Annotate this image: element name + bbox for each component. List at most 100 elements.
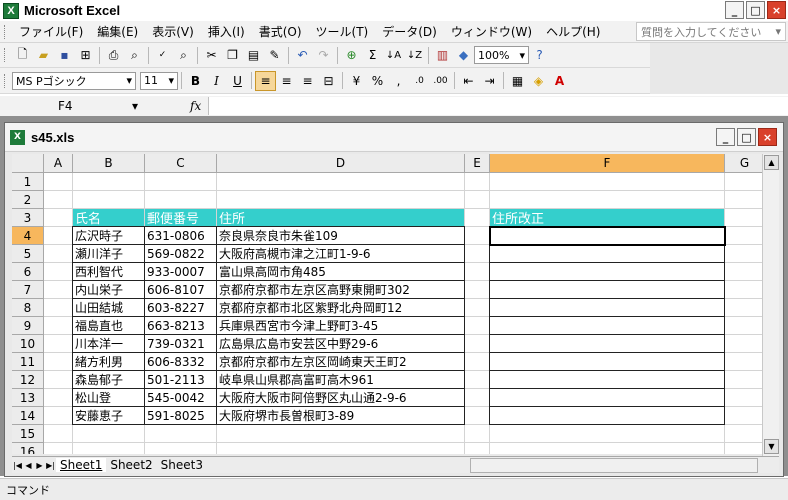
address-cell[interactable]: 京都府京都市左京区岡崎東天王町2 [216, 352, 465, 371]
print-icon[interactable]: ⎙ [103, 45, 124, 65]
address-cell[interactable]: 京都府京都市左京区高野東開町302 [216, 280, 465, 299]
cell[interactable] [465, 281, 490, 299]
row-header-2[interactable]: 2 [12, 191, 44, 209]
cell[interactable] [145, 443, 217, 454]
maximize-button[interactable]: □ [746, 1, 765, 19]
cell[interactable] [465, 191, 490, 209]
fixed-address-cell[interactable] [489, 334, 725, 353]
cell[interactable] [73, 173, 145, 191]
cell[interactable] [73, 443, 145, 454]
cell[interactable] [725, 443, 762, 454]
cell[interactable] [725, 263, 762, 281]
cell[interactable] [44, 443, 73, 454]
address-cell[interactable]: 広島県広島市安芸区中野29-6 [216, 334, 465, 353]
cell[interactable] [465, 389, 490, 407]
postal-code-cell[interactable]: 603-8227 [144, 298, 217, 317]
column-header-b[interactable]: B [73, 154, 145, 173]
cell[interactable] [465, 227, 490, 245]
minimize-button[interactable]: _ [725, 1, 744, 19]
name-cell[interactable]: 内山栄子 [72, 280, 145, 299]
cell[interactable] [725, 407, 762, 425]
cell[interactable] [465, 263, 490, 281]
cell[interactable] [217, 173, 465, 191]
workbook-icon[interactable]: X [10, 129, 25, 145]
vertical-scrollbar[interactable]: ▲ ▼ [762, 154, 779, 456]
cell[interactable] [725, 335, 762, 353]
name-cell[interactable]: 松山登 [72, 388, 145, 407]
scroll-up-icon[interactable]: ▲ [764, 155, 779, 170]
font-name-select[interactable]: MS Pゴシック ▾ [12, 71, 136, 90]
postal-code-cell[interactable]: 591-8025 [144, 406, 217, 425]
fixed-address-cell[interactable] [489, 388, 725, 407]
autosum-icon[interactable]: Σ [362, 45, 383, 65]
cell[interactable] [145, 173, 217, 191]
cell[interactable] [725, 173, 762, 191]
cell[interactable] [217, 443, 465, 454]
insert-function-icon[interactable]: fx [190, 99, 208, 113]
address-cell[interactable]: 大阪府高槻市津之江町1-9-6 [216, 244, 465, 263]
column-header-a[interactable]: A [44, 154, 73, 173]
cell[interactable] [725, 371, 762, 389]
prev-sheet-icon[interactable]: ◀ [23, 461, 34, 470]
cell[interactable] [465, 173, 490, 191]
sort-ascending-icon[interactable]: ↓A [383, 45, 404, 65]
postal-code-cell[interactable]: 631-0806 [144, 226, 217, 245]
copy-icon[interactable]: ❐ [222, 45, 243, 65]
postal-code-cell[interactable]: 739-0321 [144, 334, 217, 353]
fixed-address-cell[interactable] [489, 316, 725, 335]
fixed-address-cell[interactable] [489, 244, 725, 263]
undo-icon[interactable]: ↶ [292, 45, 313, 65]
address-cell[interactable]: 大阪府大阪市阿倍野区丸山通2-9-6 [216, 388, 465, 407]
bold-icon[interactable]: B [185, 71, 206, 91]
row-header-4[interactable]: 4 [12, 227, 44, 245]
chart-wizard-icon[interactable]: ▥ [432, 45, 453, 65]
cell[interactable] [44, 227, 73, 245]
menu-window[interactable]: ウィンドウ(W) [444, 23, 539, 40]
currency-icon[interactable]: ¥ [346, 71, 367, 91]
increase-indent-icon[interactable]: ⇥ [479, 71, 500, 91]
close-button[interactable]: × [767, 1, 786, 19]
fill-color-icon[interactable]: ◈ [528, 71, 549, 91]
menu-insert[interactable]: 挿入(I) [201, 23, 252, 40]
font-size-select[interactable]: 11 ▾ [140, 71, 178, 90]
row-header-9[interactable]: 9 [12, 317, 44, 335]
cell[interactable] [465, 353, 490, 371]
cell[interactable] [465, 245, 490, 263]
cell[interactable] [44, 263, 73, 281]
toolbar-grip[interactable] [4, 24, 7, 39]
address-cell[interactable]: 岐阜県山県郡高富町高木961 [216, 370, 465, 389]
decrease-decimal-icon[interactable]: .00 [430, 71, 451, 91]
percent-icon[interactable]: % [367, 71, 388, 91]
cell[interactable] [490, 191, 725, 209]
postal-code-cell[interactable]: 663-8213 [144, 316, 217, 335]
cell[interactable] [217, 191, 465, 209]
row-header-8[interactable]: 8 [12, 299, 44, 317]
table-header-fixed[interactable]: 住所改正 [490, 209, 725, 227]
cell[interactable] [465, 371, 490, 389]
row-header-5[interactable]: 5 [12, 245, 44, 263]
row-header-7[interactable]: 7 [12, 281, 44, 299]
cell[interactable] [44, 407, 73, 425]
address-cell[interactable]: 京都府京都市北区紫野北舟岡町12 [216, 298, 465, 317]
horizontal-scrollbar[interactable] [470, 458, 758, 473]
cell[interactable] [465, 299, 490, 317]
cell[interactable] [725, 353, 762, 371]
name-cell[interactable]: 川本洋一 [72, 334, 145, 353]
format-painter-icon[interactable]: ✎ [264, 45, 285, 65]
cell[interactable] [725, 281, 762, 299]
sheet-tab-1[interactable]: Sheet1 [56, 458, 107, 472]
cut-icon[interactable]: ✂ [201, 45, 222, 65]
zoom-select[interactable]: 100% ▾ [474, 46, 529, 64]
cell[interactable] [44, 173, 73, 191]
underline-icon[interactable]: U [227, 71, 248, 91]
cell[interactable] [44, 299, 73, 317]
excel-app-icon[interactable]: X [3, 2, 19, 19]
column-header-g[interactable]: G [725, 154, 762, 173]
row-header-1[interactable]: 1 [12, 173, 44, 191]
open-folder-icon[interactable]: ▰ [33, 45, 54, 65]
help-search-input[interactable]: 質問を入力してください ▾ [636, 22, 786, 41]
row-header-16[interactable]: 16 [12, 443, 44, 454]
cell[interactable] [725, 317, 762, 335]
research-icon[interactable]: ⌕ [173, 45, 194, 65]
comma-icon[interactable]: , [388, 71, 409, 91]
